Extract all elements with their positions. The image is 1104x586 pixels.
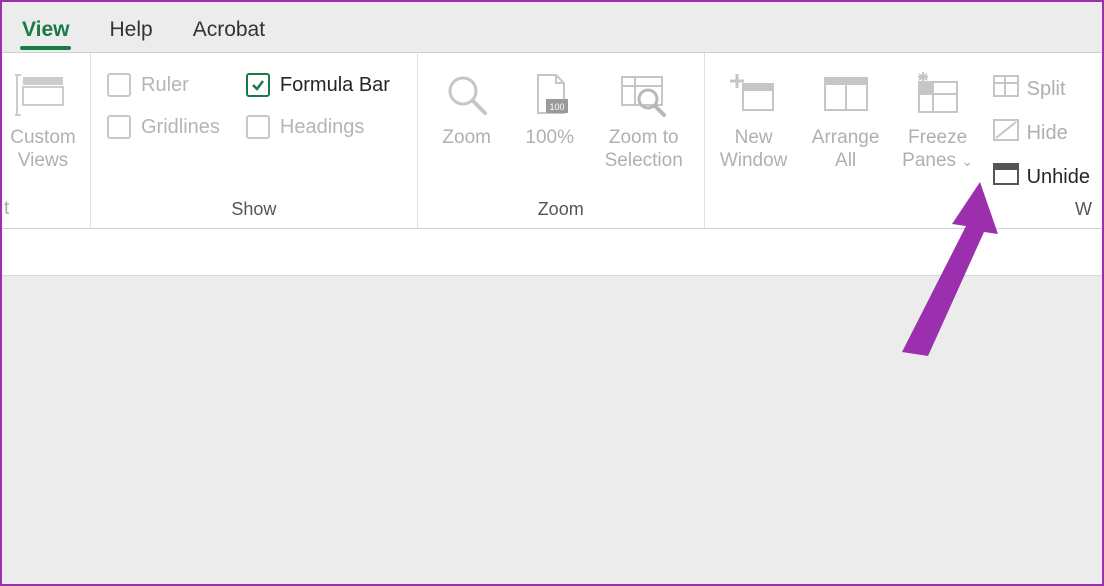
- freeze-panes-button[interactable]: Freeze Panes ⌄: [897, 63, 979, 173]
- chk-formula-bar-label: Formula Bar: [280, 74, 390, 97]
- zoom-100-button[interactable]: 100 100%: [514, 63, 586, 150]
- group-show: Ruler Gridlines Formula Bar: [90, 53, 417, 228]
- group-zoom: Zoom 100 100%: [417, 53, 704, 228]
- tab-acrobat[interactable]: Acrobat: [187, 10, 271, 52]
- split-icon: [993, 75, 1019, 103]
- group-window-label: W: [713, 199, 1094, 224]
- zoom-100-label: 100%: [525, 127, 574, 150]
- hide-button[interactable]: Hide: [989, 113, 1094, 153]
- checkbox-icon: [246, 73, 270, 97]
- zoom-to-selection-label: Zoom to Selection: [605, 127, 683, 173]
- chevron-down-icon: ⌄: [961, 153, 973, 169]
- freeze-panes-icon: [913, 67, 963, 123]
- split-button[interactable]: Split: [989, 69, 1094, 109]
- chk-headings[interactable]: Headings: [246, 115, 390, 139]
- chk-formula-bar[interactable]: Formula Bar: [246, 73, 390, 97]
- ribbon-tab-strip: View Help Acrobat: [2, 2, 1102, 52]
- chk-ruler-label: Ruler: [141, 74, 189, 97]
- tab-help[interactable]: Help: [103, 10, 158, 52]
- group-show-label: Show: [99, 199, 409, 224]
- formula-bar-row[interactable]: [2, 229, 1102, 276]
- new-window-label: New Window: [720, 127, 788, 173]
- custom-views-button[interactable]: Custom Views: [4, 63, 82, 173]
- ribbon: Custom Views t Ruler Gridlines: [2, 52, 1102, 229]
- arrange-all-button[interactable]: Arrange All: [805, 63, 887, 173]
- app-window: View Help Acrobat Cust: [0, 0, 1104, 586]
- chk-gridlines-label: Gridlines: [141, 116, 220, 139]
- zoom-label: Zoom: [442, 127, 491, 150]
- zoom-selection-icon: [618, 67, 670, 123]
- new-window-button[interactable]: New Window: [713, 63, 795, 173]
- views-trunc-label: t: [4, 198, 9, 219]
- chk-gridlines[interactable]: Gridlines: [107, 115, 220, 139]
- group-views: Custom Views t: [2, 53, 90, 228]
- arrange-all-icon: [821, 67, 871, 123]
- new-window-icon: [729, 67, 779, 123]
- unhide-button[interactable]: Unhide: [989, 157, 1094, 197]
- split-label: Split: [1027, 78, 1066, 101]
- magnifier-icon: [443, 67, 491, 123]
- custom-views-icon: [15, 67, 71, 123]
- hide-icon: [993, 119, 1019, 147]
- arrange-all-label: Arrange All: [812, 127, 880, 173]
- unhide-icon: [993, 163, 1019, 191]
- group-window: New Window Arrange All: [704, 53, 1102, 228]
- page-100-icon: 100: [526, 67, 574, 123]
- zoom-button[interactable]: Zoom: [430, 63, 504, 150]
- chk-ruler[interactable]: Ruler: [107, 73, 220, 97]
- hide-label: Hide: [1027, 122, 1068, 145]
- custom-views-label: Custom Views: [10, 127, 75, 173]
- zoom-to-selection-button[interactable]: Zoom to Selection: [596, 63, 692, 173]
- tab-view[interactable]: View: [16, 10, 75, 52]
- unhide-label: Unhide: [1027, 166, 1090, 189]
- checkbox-icon: [246, 115, 270, 139]
- chk-headings-label: Headings: [280, 116, 365, 139]
- svg-text:100: 100: [549, 102, 564, 112]
- checkbox-icon: [107, 115, 131, 139]
- freeze-panes-label: Freeze Panes ⌄: [902, 127, 973, 173]
- checkbox-icon: [107, 73, 131, 97]
- group-zoom-label: Zoom: [426, 199, 696, 224]
